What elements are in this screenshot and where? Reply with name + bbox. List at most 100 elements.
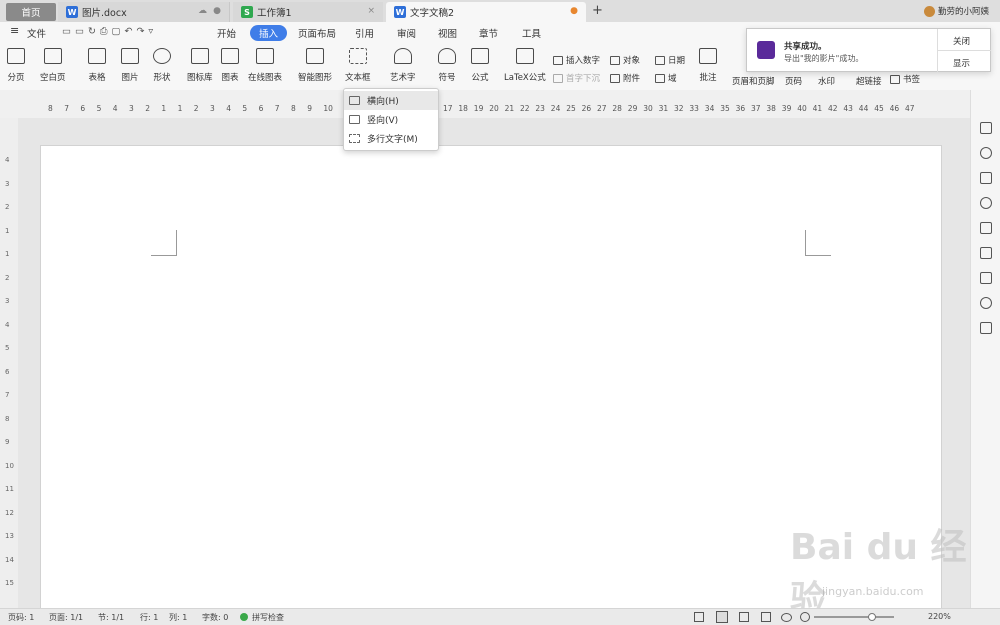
word-count-status[interactable]: 字数: 0	[202, 612, 228, 623]
icon-library-icon	[190, 48, 209, 64]
close-icon[interactable]: ×	[367, 6, 375, 16]
ruler-tick-label: 33	[689, 104, 699, 113]
pi-icon	[471, 48, 489, 64]
comment-button[interactable]: 批注	[699, 48, 717, 83]
outline-view-icon[interactable]	[739, 612, 749, 622]
close-icon[interactable]: ●	[213, 6, 221, 16]
symbol-button[interactable]: 符号	[438, 48, 456, 83]
picture-button[interactable]: 图片	[121, 48, 139, 83]
tab-insert[interactable]: 插入	[250, 25, 288, 41]
focus-mode-icon[interactable]	[694, 612, 704, 622]
attachment-button[interactable]: 附件	[610, 72, 640, 84]
object-button[interactable]: 对象	[610, 54, 640, 66]
tab-reference[interactable]: 引用	[355, 26, 374, 40]
watermark-button[interactable]: 水印	[818, 75, 835, 87]
zoom-slider[interactable]	[814, 616, 894, 618]
style-icon[interactable]	[980, 172, 992, 184]
tab-tools[interactable]: 工具	[522, 26, 541, 40]
shape-button[interactable]: 形状	[153, 48, 171, 83]
spellcheck-button[interactable]: 拼写检查	[252, 612, 284, 623]
ruler-tick-label: 27	[597, 104, 607, 113]
vruler-tick-label: 3	[5, 179, 10, 188]
field-button[interactable]: 域	[655, 72, 677, 84]
ribbon-label: 页码	[785, 77, 803, 87]
page-break-button[interactable]: 分页	[7, 48, 25, 83]
page-view-icon[interactable]	[716, 611, 728, 623]
ruler-tick-label: 2	[145, 104, 150, 113]
pen-icon[interactable]	[980, 122, 992, 134]
settings-sliders-icon[interactable]	[980, 272, 992, 284]
page-number-status[interactable]: 页码: 1	[8, 612, 34, 623]
history-icon[interactable]	[980, 297, 992, 309]
tab-workbook[interactable]: S 工作簿1 ×	[233, 2, 383, 22]
header-footer-button[interactable]: 页眉和页脚	[732, 75, 775, 87]
lock-icon[interactable]	[980, 247, 992, 259]
eye-icon[interactable]	[781, 613, 792, 622]
zoom-slider-handle[interactable]	[868, 613, 876, 621]
latex-formula-button[interactable]: LaTeX公式	[504, 48, 546, 83]
ribbon-label: 形状	[153, 73, 171, 83]
tab-image-docx[interactable]: W 图片.docx ☁ ●	[58, 2, 230, 22]
hyperlink-button[interactable]: 超链接	[856, 75, 882, 87]
tab-home[interactable]: 首页	[6, 3, 56, 21]
vruler-tick-label: 8	[5, 414, 10, 423]
picture-icon	[121, 48, 139, 64]
new-tab-button[interactable]: +	[592, 3, 603, 18]
smart-art-button[interactable]: 智能图形	[298, 48, 332, 83]
image-text-icon[interactable]	[980, 322, 992, 334]
pages-status[interactable]: 页面: 1/1	[49, 612, 83, 623]
shapes-icon[interactable]	[980, 147, 992, 159]
ribbon-label: 分页	[7, 73, 25, 83]
ruler-tick-label: 10	[323, 104, 333, 113]
wordart-icon	[393, 48, 412, 64]
ruler-tick-label: 28	[612, 104, 622, 113]
unsaved-dot-icon[interactable]: ●	[570, 6, 578, 16]
vertical-ruler[interactable]: 4 3 2 1 1 2 3 4 5 6 7 8 9 10 11 12 13 14 15	[0, 118, 18, 608]
zoom-out-icon[interactable]	[800, 612, 810, 622]
drop-cap-button[interactable]: 首字下沉	[553, 72, 600, 84]
formula-button[interactable]: 公式	[471, 48, 489, 83]
row-status: 行: 1	[140, 613, 159, 622]
tab-view[interactable]: 视图	[438, 26, 457, 40]
zoom-level[interactable]: 220%	[928, 612, 951, 621]
show-button[interactable]: 显示	[953, 57, 970, 69]
menu-item-horizontal[interactable]: 横向(H)	[344, 91, 438, 110]
textbox-button[interactable]: 文本框	[345, 48, 371, 83]
table-button[interactable]: 表格	[88, 48, 106, 83]
user-account[interactable]: 勤劳的小阿姨	[924, 5, 989, 17]
tab-label: 图片.docx	[82, 8, 127, 19]
blank-page-button[interactable]: 空白页	[40, 48, 66, 83]
margin-corner-top-left	[151, 230, 177, 256]
tab-page-layout[interactable]: 页面布局	[298, 26, 336, 40]
menu-file[interactable]: 文件	[27, 26, 46, 40]
ruler-tick-label: 18	[458, 104, 468, 113]
tab-chapter[interactable]: 章节	[479, 26, 498, 40]
tab-start[interactable]: 开始	[217, 26, 236, 40]
notification-message: 导出"我的影片"成功。	[784, 54, 864, 63]
bookmark-button[interactable]: 书签	[890, 73, 920, 85]
online-chart-button[interactable]: 在线图表	[248, 48, 282, 83]
margin-corner-top-right	[805, 230, 831, 256]
page-number-button[interactable]: 页码	[785, 75, 802, 87]
menu-item-multiline[interactable]: 多行文字(M)	[344, 129, 438, 148]
avatar	[924, 5, 935, 17]
chart-button[interactable]: 图表	[221, 48, 239, 83]
quick-access-icons[interactable]: ▭▭↻⎙▢↶↷▿	[62, 26, 157, 37]
select-pointer-icon[interactable]	[980, 222, 992, 234]
word-doc-icon: W	[394, 6, 406, 18]
horizontal-ruler[interactable]: 8 7 6 5 4 3 2 1 1 2 3 4 5 6 7 8 9 10 17 18 19 20 21 22 23 24 25 26 2…	[0, 90, 970, 118]
menu-item-vertical[interactable]: 竖向(V)	[344, 110, 438, 129]
navigation-icon[interactable]	[980, 197, 992, 209]
ruler-tick-label: 29	[627, 104, 638, 113]
tab-bar: 首页 W 图片.docx ☁ ● S 工作簿1 × W 文字文稿2 ● + 勤劳…	[0, 0, 1000, 22]
wordart-button[interactable]: 艺术字	[390, 48, 416, 83]
hamburger-icon[interactable]: ≡	[10, 24, 19, 37]
web-view-icon[interactable]	[761, 612, 771, 622]
tab-review[interactable]: 审阅	[397, 26, 416, 40]
insert-number-button[interactable]: 插入数字	[553, 54, 600, 66]
chart-icon	[221, 48, 239, 64]
close-button[interactable]: 关闭	[953, 35, 970, 47]
icon-library-button[interactable]: 图标库	[187, 48, 213, 83]
date-button[interactable]: 日期	[655, 54, 685, 66]
tab-document-active[interactable]: W 文字文稿2 ●	[386, 2, 586, 22]
